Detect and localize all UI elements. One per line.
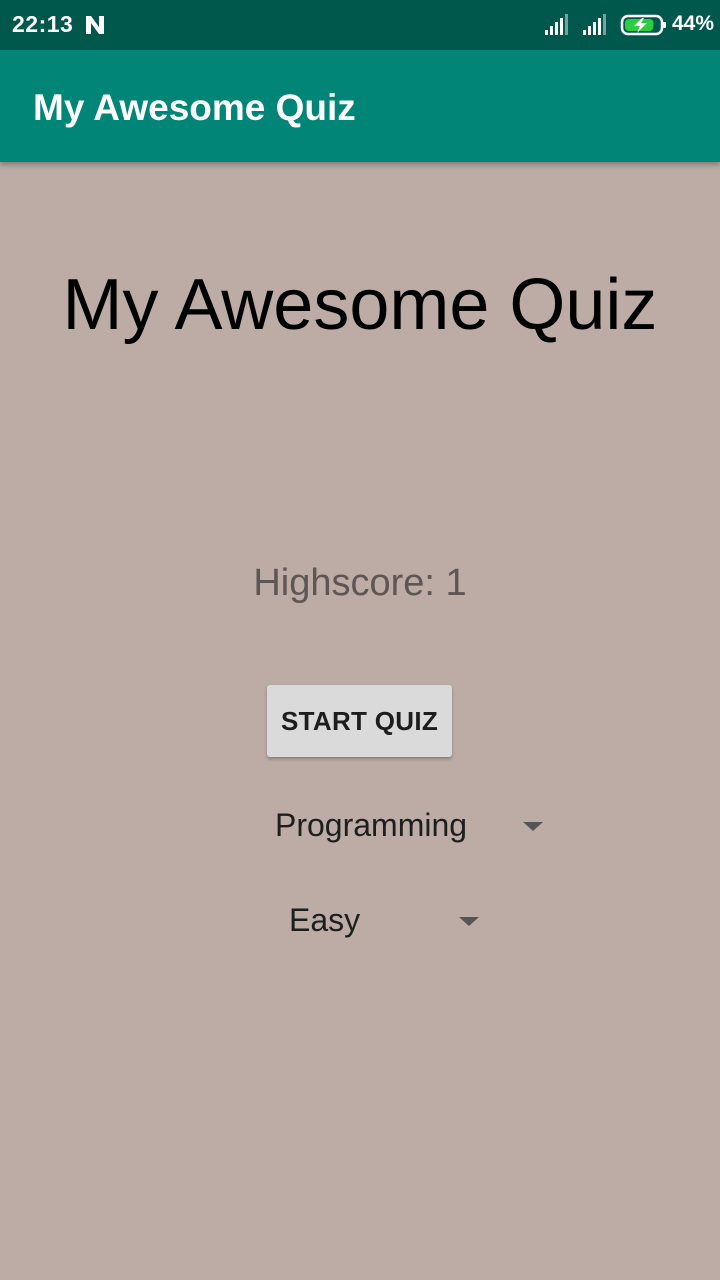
app-bar-title: My Awesome Quiz — [33, 87, 356, 128]
dropdown-arrow-icon — [459, 917, 479, 926]
battery-charging-icon — [620, 14, 666, 36]
category-spinner[interactable]: Programming — [275, 797, 555, 857]
app-bar: My Awesome Quiz — [0, 50, 720, 162]
battery-percent: 44% — [672, 12, 715, 35]
status-bar: 22:13 44% — [0, 0, 720, 50]
status-time: 22:13 — [12, 11, 74, 37]
signal-icon — [583, 14, 606, 35]
signal-icon — [545, 14, 568, 35]
start-quiz-button[interactable]: START QUIZ — [267, 685, 452, 757]
difficulty-spinner[interactable]: Easy — [289, 892, 489, 952]
page-title: My Awesome Quiz — [62, 265, 658, 345]
category-selected-value: Programming — [275, 807, 468, 843]
n-notification-icon — [86, 16, 104, 34]
dropdown-arrow-icon — [523, 822, 543, 831]
difficulty-selected-value: Easy — [289, 902, 361, 938]
highscore-label: Highscore: 1 — [253, 562, 467, 604]
